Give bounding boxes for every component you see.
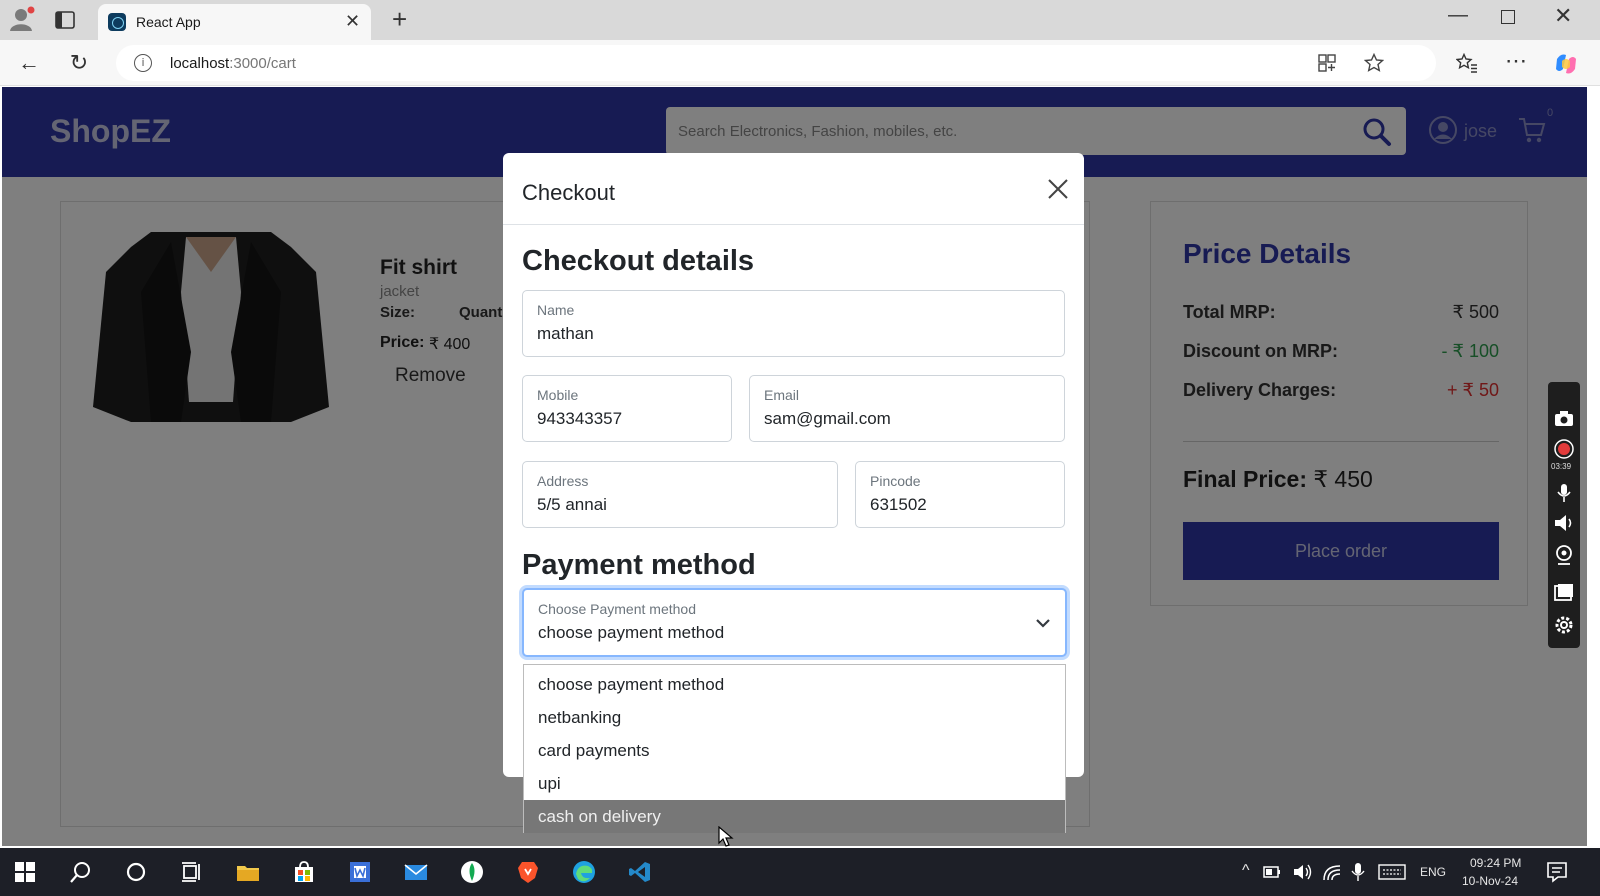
email-field[interactable]: Email sam@gmail.com [749, 375, 1065, 442]
tray-microphone-icon[interactable] [1350, 862, 1366, 882]
record-icon[interactable] [1553, 438, 1575, 460]
url-text[interactable]: localhost:3000/cart [170, 55, 296, 72]
mongodb-compass-icon[interactable] [460, 860, 484, 884]
new-tab-button[interactable]: + [392, 4, 407, 35]
favorites-icon[interactable] [1456, 53, 1478, 73]
mobile-field[interactable]: Mobile 943343357 [522, 375, 732, 442]
screen-recorder-toolbar: 03:39 [1548, 382, 1580, 648]
clock-time[interactable]: 09:24 PM [1470, 856, 1521, 870]
name-field-value: mathan [537, 324, 594, 343]
gear-icon[interactable] [1553, 614, 1575, 636]
profile-icon[interactable] [8, 5, 36, 33]
reload-icon[interactable]: ↻ [66, 50, 92, 76]
pincode-field-label: Pincode [870, 473, 921, 489]
window-capture-icon[interactable] [1553, 582, 1575, 604]
pincode-field-value: 631502 [870, 495, 927, 514]
url-host: localhost [170, 55, 230, 72]
payment-method-heading: Payment method [522, 549, 756, 581]
address-bar: ← ↻ i localhost:3000/cart ⋯ [0, 40, 1600, 86]
network-icon[interactable] [1322, 862, 1342, 882]
active-tab[interactable]: React App ✕ [98, 4, 371, 40]
url-field[interactable]: i localhost:3000/cart [116, 45, 1436, 81]
microsoft-store-icon[interactable] [292, 860, 316, 884]
payment-option[interactable]: card payments [524, 734, 1065, 767]
react-favicon-icon [108, 13, 126, 31]
speaker-icon[interactable] [1553, 512, 1575, 534]
file-explorer-icon[interactable] [236, 860, 260, 884]
checkout-details-heading: Checkout details [522, 245, 755, 277]
keyboard-icon[interactable] [1378, 862, 1406, 882]
app-available-icon[interactable] [1318, 54, 1336, 72]
restore-icon[interactable] [1501, 10, 1515, 24]
webcam-icon[interactable] [1553, 544, 1575, 566]
address-field-label: Address [537, 473, 589, 489]
edge-browser-icon[interactable] [572, 860, 596, 884]
volume-icon[interactable] [1292, 862, 1314, 882]
payment-option[interactable]: upi [524, 767, 1065, 800]
payment-method-select[interactable]: Choose Payment method choose payment met… [522, 588, 1067, 657]
vscode-icon[interactable] [628, 860, 652, 884]
notification-center-icon[interactable] [1545, 860, 1569, 884]
camera-icon[interactable] [1553, 408, 1575, 430]
modal-title: Checkout [522, 180, 615, 205]
tab-close-icon[interactable]: ✕ [345, 11, 360, 32]
back-icon[interactable]: ← [16, 50, 42, 76]
payment-select-value: choose payment method [538, 623, 725, 642]
recording-timer: 03:39 [1551, 462, 1572, 471]
payment-option[interactable]: choose payment method [524, 668, 1065, 701]
tray-chevron-up-icon[interactable]: ^ [1242, 862, 1250, 880]
payment-option-hovered[interactable]: cash on delivery [524, 800, 1065, 833]
mobile-field-value: 943343357 [537, 409, 623, 428]
address-field-value: 5/5 annai [537, 495, 607, 514]
close-icon[interactable] [1044, 175, 1072, 203]
battery-icon[interactable] [1262, 862, 1282, 882]
chevron-down-icon [1036, 619, 1050, 628]
payment-option[interactable]: netbanking [524, 701, 1065, 734]
address-field[interactable]: Address 5/5 annai [522, 461, 838, 528]
word-app-icon[interactable] [348, 860, 372, 884]
site-info-icon[interactable]: i [134, 54, 152, 72]
microphone-icon[interactable] [1553, 482, 1575, 504]
window-close-icon[interactable]: ✕ [1554, 3, 1572, 29]
payment-options-list: choose payment method netbanking card pa… [523, 664, 1066, 833]
mail-icon[interactable] [404, 860, 428, 884]
windows-start-icon[interactable] [13, 860, 37, 884]
email-field-value: sam@gmail.com [764, 409, 891, 428]
clock-date[interactable]: 10-Nov-24 [1462, 874, 1518, 888]
name-field-label: Name [537, 302, 575, 318]
payment-select-label: Choose Payment method [538, 601, 696, 617]
minimize-icon[interactable]: — [1448, 4, 1468, 27]
brave-browser-icon[interactable] [516, 860, 540, 884]
tab-actions-icon[interactable] [54, 9, 76, 31]
search-icon[interactable] [69, 860, 93, 884]
favorite-star-icon[interactable] [1364, 53, 1384, 73]
copilot-icon[interactable] [1553, 51, 1579, 77]
mouse-cursor-icon [718, 826, 734, 847]
pincode-field[interactable]: Pincode 631502 [855, 461, 1065, 528]
language-indicator[interactable]: ENG [1420, 865, 1446, 879]
modal-header: Checkout [503, 153, 1084, 225]
cortana-icon[interactable] [124, 860, 148, 884]
email-field-label: Email [764, 387, 800, 403]
task-view-icon[interactable] [180, 860, 204, 884]
url-path: :3000/cart [229, 55, 296, 72]
mobile-field-label: Mobile [537, 387, 579, 403]
tab-title: React App [136, 14, 201, 30]
name-field[interactable]: Name mathan [522, 290, 1065, 357]
windows-taskbar: ^ ENG 09:24 PM 10-Nov-24 [0, 848, 1600, 896]
more-menu-icon[interactable]: ⋯ [1503, 48, 1529, 74]
browser-tab-bar: React App ✕ + — ✕ [0, 0, 1600, 40]
